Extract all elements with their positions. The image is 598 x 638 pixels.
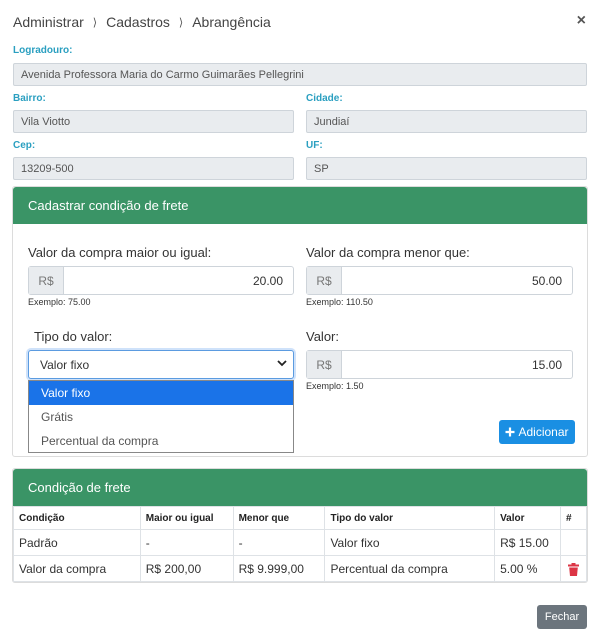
value-input[interactable]: 15.00 bbox=[342, 351, 572, 378]
uf-label: UF: bbox=[306, 140, 323, 151]
bairro-field: Vila Viotto bbox=[13, 110, 294, 133]
currency-prefix: R$ bbox=[29, 267, 64, 294]
max-value-input-group[interactable]: R$ 50.00 bbox=[306, 266, 573, 295]
option-gratis[interactable]: Grátis bbox=[29, 405, 293, 429]
value-type-dropdown: Valor fixo Grátis Percentual da compra bbox=[28, 380, 294, 453]
value-input-group[interactable]: R$ 15.00 bbox=[306, 350, 573, 379]
option-percentual-da-compra[interactable]: Percentual da compra bbox=[29, 429, 293, 453]
min-value-input-group[interactable]: R$ 20.00 bbox=[28, 266, 294, 295]
table-row: Valor da compra R$ 200,00 R$ 9.999,00 Pe… bbox=[13, 555, 588, 582]
table-cell bbox=[559, 529, 588, 556]
value-type-selected: Valor fixo bbox=[40, 357, 90, 372]
plus-icon bbox=[505, 427, 515, 437]
close-icon[interactable]: × bbox=[577, 12, 586, 30]
table-cell: - bbox=[139, 529, 234, 556]
chevron-right-icon: ⟩ bbox=[178, 16, 184, 29]
value-type-label: Tipo do valor: bbox=[34, 329, 113, 344]
shipping-table-title: Condição de frete bbox=[13, 469, 587, 506]
min-value-input[interactable]: 20.00 bbox=[64, 267, 293, 294]
cep-label: Cep: bbox=[13, 140, 36, 151]
column-header: Maior ou igual bbox=[139, 506, 234, 530]
add-button-label: Adicionar bbox=[518, 425, 569, 439]
table-header-row: Condição Maior ou igual Menor que Tipo d… bbox=[13, 506, 588, 530]
cidade-field: Jundiaí bbox=[306, 110, 587, 133]
option-valor-fixo[interactable]: Valor fixo bbox=[29, 381, 293, 405]
shipping-conditions-table: Condição Maior ou igual Menor que Tipo d… bbox=[13, 506, 588, 582]
table-cell: Percentual da compra bbox=[324, 555, 496, 582]
shipping-form-title: Cadastrar condição de frete bbox=[13, 187, 587, 224]
add-button[interactable]: Adicionar bbox=[499, 420, 575, 444]
table-cell: Valor da compra bbox=[13, 555, 141, 582]
breadcrumb-item-abrangencia: Abrangência bbox=[192, 14, 271, 30]
breadcrumb-item-administrar[interactable]: Administrar bbox=[13, 14, 84, 30]
currency-prefix: R$ bbox=[307, 267, 342, 294]
cidade-label: Cidade: bbox=[306, 93, 343, 104]
min-value-label: Valor da compra maior ou igual: bbox=[28, 245, 212, 260]
table-cell bbox=[559, 555, 588, 582]
breadcrumb: Administrar ⟩ Cadastros ⟩ Abrangência × bbox=[13, 12, 588, 32]
column-header: Valor bbox=[494, 506, 561, 530]
shipping-coverage-modal: Administrar ⟩ Cadastros ⟩ Abrangência × … bbox=[0, 0, 598, 638]
cep-field: 13209-500 bbox=[13, 157, 294, 180]
table-cell: Padrão bbox=[13, 529, 141, 556]
value-hint: Exemplo: 1.50 bbox=[306, 381, 364, 391]
max-value-input[interactable]: 50.00 bbox=[342, 267, 572, 294]
breadcrumb-item-cadastros[interactable]: Cadastros bbox=[106, 14, 170, 30]
column-header: Condição bbox=[13, 506, 141, 530]
value-label: Valor: bbox=[306, 329, 339, 344]
chevron-right-icon: ⟩ bbox=[92, 16, 98, 29]
table-cell: Valor fixo bbox=[324, 529, 496, 556]
column-header: Menor que bbox=[232, 506, 326, 530]
table-cell: R$ 15.00 bbox=[494, 529, 561, 556]
table-cell: R$ 200,00 bbox=[139, 555, 234, 582]
logradouro-label: Logradouro: bbox=[13, 45, 73, 56]
close-button[interactable]: Fechar bbox=[537, 605, 587, 629]
logradouro-field: Avenida Professora Maria do Carmo Guimar… bbox=[13, 63, 587, 86]
chevron-down-icon bbox=[277, 360, 287, 367]
max-value-hint: Exemplo: 110.50 bbox=[306, 297, 373, 307]
min-value-hint: Exemplo: 75.00 bbox=[28, 297, 91, 307]
table-cell: R$ 9.999,00 bbox=[232, 555, 326, 582]
column-header: Tipo do valor bbox=[324, 506, 496, 530]
table-cell: - bbox=[232, 529, 326, 556]
value-type-select[interactable]: Valor fixo bbox=[28, 350, 294, 379]
table-cell: 5.00 % bbox=[494, 555, 561, 582]
uf-field: SP bbox=[306, 157, 587, 180]
bairro-label: Bairro: bbox=[13, 93, 46, 104]
currency-prefix: R$ bbox=[307, 351, 342, 378]
table-row: Padrão - - Valor fixo R$ 15.00 bbox=[13, 529, 588, 556]
max-value-label: Valor da compra menor que: bbox=[306, 245, 470, 260]
column-header: # bbox=[559, 506, 588, 530]
trash-icon[interactable] bbox=[567, 562, 579, 576]
